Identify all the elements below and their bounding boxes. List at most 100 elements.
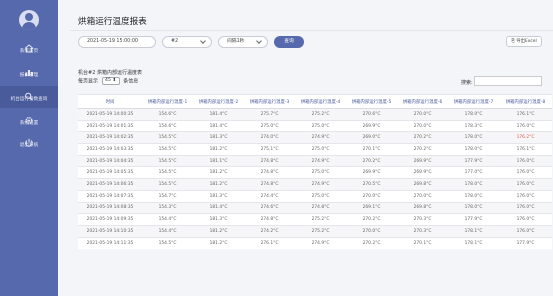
temperature-cell: 178.0°C <box>448 189 499 202</box>
temperature-cell: 154.4°C <box>142 213 193 226</box>
column-header[interactable]: 烘箱内部运行温度-2 <box>193 94 244 109</box>
divider <box>70 30 553 31</box>
temperature-cell: 269.0°C <box>346 131 397 144</box>
page-title: 烘箱运行温度报表 <box>78 17 147 27</box>
table-row: 2021-05-19 14:03:35 154.5°C 181.2°C 275.1°C… <box>78 143 552 156</box>
temperature-cell: 269.9°C <box>397 154 448 167</box>
export-icon: ⎘ <box>511 39 515 44</box>
timestamp-cell: 2021-05-19 14:09:35 <box>78 213 142 226</box>
datetime-picker[interactable]: 2021-05-19 15:00:00 <box>78 36 156 48</box>
temperature-cell: 181.4°C <box>193 201 244 214</box>
machine-value: #2 <box>171 39 179 44</box>
temperature-cell: 176.0°C <box>499 224 552 238</box>
temperature-cell: 178.3°C <box>448 119 499 132</box>
temperature-cell: 181.3°C <box>193 189 244 202</box>
temperature-cell: 275.2°C <box>295 224 346 238</box>
temperature-cell: 270.0°C <box>346 189 397 202</box>
temperature-cell: 274.9°C <box>295 178 346 191</box>
temperature-cell: 269.9°C <box>346 119 397 132</box>
temperature-cell: 270.0°C <box>397 119 448 132</box>
column-header[interactable]: 烘箱内部运行温度-7 <box>448 94 499 109</box>
column-header[interactable]: 烘箱内部运行温度-3 <box>244 94 295 109</box>
temperature-cell: 154.5°C <box>142 154 193 167</box>
temperature-cell: 275.0°C <box>244 119 295 132</box>
table-row: 2021-05-19 14:00:35 154.6°C 181.4°C 275.7°C… <box>78 108 552 121</box>
interval-select[interactable]: 间隔1秒 <box>218 36 268 48</box>
temperature-cell: 274.8°C <box>244 213 295 226</box>
temperature-cell: 176.0°C <box>499 178 552 191</box>
temperature-cell: 274.9°C <box>295 154 346 167</box>
machine-select[interactable]: #2 <box>162 36 212 48</box>
avatar[interactable] <box>19 10 39 30</box>
temperature-cell: 181.2°C <box>193 178 244 191</box>
temperature-cell: 181.3°C <box>193 213 244 226</box>
temperature-cell: 177.9°C <box>499 236 552 249</box>
temperature-cell: 154.5°C <box>142 143 193 156</box>
temperature-cell: 270.3°C <box>397 213 448 226</box>
column-header[interactable]: 烘箱内部运行温度-8 <box>499 94 552 109</box>
temperature-cell: 276.1°C <box>244 236 295 249</box>
timestamp-cell: 2021-05-19 14:11:35 <box>78 236 142 249</box>
sidebar-item-reports[interactable]: 报表管理 <box>0 62 58 84</box>
chevron-down-icon <box>256 37 262 44</box>
table-row: 2021-05-19 14:04:35 154.5°C 181.1°C 274.8°C… <box>78 154 552 167</box>
temperature-cell: 154.5°C <box>142 178 193 191</box>
column-header[interactable]: 烘箱内部运行温度-6 <box>397 94 448 109</box>
temperature-cell: 181.4°C <box>193 108 244 121</box>
temperature-cell: 274.8°C <box>244 178 295 191</box>
timestamp-cell: 2021-05-19 14:10:35 <box>78 224 142 238</box>
temperature-cell: 270.2°C <box>346 213 397 226</box>
page-size-control: 每页显示 45 ⬍ 条信息 <box>78 77 138 86</box>
temperature-cell: 274.9°C <box>295 236 346 249</box>
temperature-cell: 154.6°C <box>142 108 193 121</box>
temperature-cell: 154.4°C <box>142 224 193 238</box>
temperature-cell: 181.3°C <box>193 131 244 144</box>
temperature-cell: 274.8°C <box>295 201 346 214</box>
chevron-down-icon <box>200 37 206 44</box>
temperature-cell: 274.8°C <box>244 154 295 167</box>
temperature-cell: 270.0°C <box>397 189 448 202</box>
temperature-cell: 270.2°C <box>346 154 397 167</box>
temperature-cell: 154.5°C <box>142 131 193 144</box>
table-row: 2021-05-19 14:10:35 154.4°C 181.2°C 274.2°C… <box>78 224 552 238</box>
query-button[interactable]: 查询 <box>274 36 304 48</box>
timestamp-cell: 2021-05-19 14:08:35 <box>78 201 142 214</box>
page-size-select[interactable]: 45 ⬍ <box>101 77 120 85</box>
temperature-cell: 270.2°C <box>397 143 448 156</box>
column-header[interactable]: 时间 <box>78 94 142 109</box>
temperature-cell: 269.9°C <box>397 166 448 179</box>
column-header[interactable]: 烘箱内部运行温度-4 <box>295 94 346 109</box>
sidebar-item-machine-query[interactable]: 机台运行参数查询 <box>0 86 58 108</box>
temperature-cell: 181.2°C <box>193 224 244 238</box>
sidebar-item-settings[interactable]: 系统设置 <box>0 110 58 132</box>
sidebar-item-home[interactable]: 系统首页 <box>0 38 58 60</box>
timestamp-cell: 2021-05-19 14:01:35 <box>78 119 142 132</box>
timestamp-cell: 2021-05-19 14:06:35 <box>78 178 142 191</box>
column-header[interactable]: 烘箱内部运行温度-5 <box>346 94 397 109</box>
temperature-cell: 275.7°C <box>244 108 295 121</box>
table-row: 2021-05-19 14:09:35 154.4°C 181.3°C 274.8°C… <box>78 213 552 226</box>
temperature-cell: 176.0°C <box>499 154 552 167</box>
temperature-cell: 176.0°C <box>499 166 552 179</box>
temperature-cell: 275.0°C <box>295 119 346 132</box>
table-row: 2021-05-19 14:05:35 154.5°C 181.2°C 274.8°C… <box>78 166 552 179</box>
column-header[interactable]: 烘箱内部运行温度-1 <box>142 94 193 109</box>
temperature-cell: 176.1°C <box>499 108 552 121</box>
export-excel-button[interactable]: ⎘ 导出Excel <box>506 36 542 47</box>
table-row: 2021-05-19 14:07:35 154.7°C 181.3°C 274.4°C… <box>78 189 552 202</box>
temperature-cell: 270.1°C <box>346 143 397 156</box>
table-row: 2021-05-19 14:01:35 154.6°C 181.4°C 275.0°C… <box>78 119 552 132</box>
table-row: 2021-05-19 14:06:35 154.5°C 181.2°C 274.8°C… <box>78 178 552 191</box>
temperature-cell: 176.0°C <box>499 201 552 214</box>
temperature-cell: 269.9°C <box>346 166 397 179</box>
temperature-cell: 274.2°C <box>244 224 295 238</box>
sidebar-item-logout[interactable]: 退出系统 <box>0 132 58 154</box>
temperature-cell: 181.2°C <box>193 166 244 179</box>
temperature-cell: 269.8°C <box>397 201 448 214</box>
temperature-cell: 177.9°C <box>448 213 499 226</box>
temperature-cell: 178.0°C <box>448 131 499 144</box>
temperature-cell: 176.1°C <box>499 143 552 156</box>
table-row: 2021-05-19 14:08:35 154.3°C 181.4°C 274.6°C… <box>78 201 552 214</box>
search-input[interactable] <box>474 76 542 86</box>
temperature-cell: 178.1°C <box>448 236 499 249</box>
